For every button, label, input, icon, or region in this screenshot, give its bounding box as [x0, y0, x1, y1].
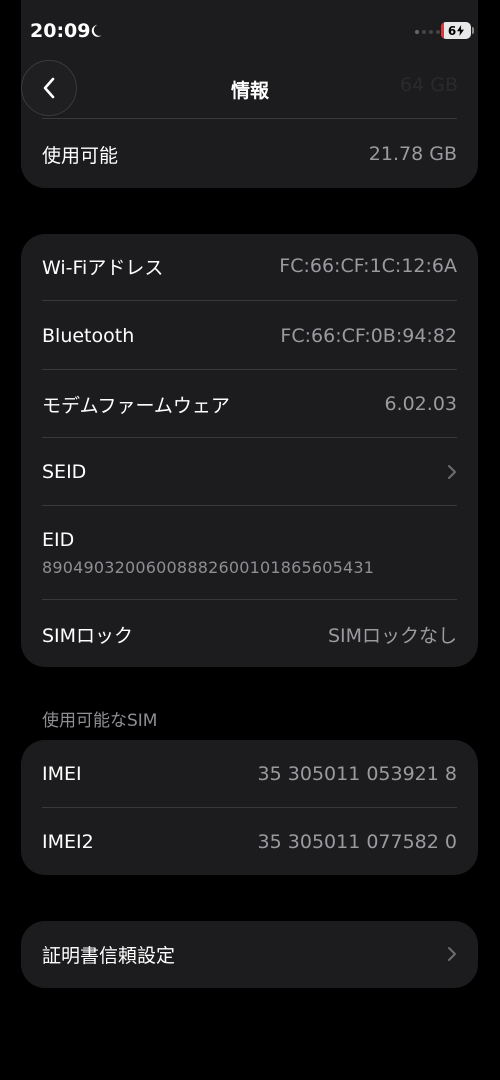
- imei2-row: IMEI2 35 305011 077582 0: [42, 824, 457, 860]
- bluetooth-label: Bluetooth: [42, 325, 135, 347]
- modem-firmware-label: モデムファームウェア: [42, 394, 230, 417]
- wifi-row: Wi-Fiアドレス FC:66:CF:1C:12:6A: [42, 248, 457, 284]
- imei2-value: 35 305011 077582 0: [257, 831, 457, 853]
- divider: [42, 300, 457, 301]
- available-label: 使用可能: [42, 144, 119, 167]
- divider: [42, 118, 457, 119]
- imei2-label: IMEI2: [42, 831, 94, 853]
- simlock-label: SIMロック: [42, 624, 134, 647]
- divider: [42, 505, 457, 506]
- status-bar: 20:09 6: [0, 0, 500, 62]
- section-header-sim: 使用可能なSIM: [42, 711, 158, 731]
- certificate-trust-row[interactable]: 証明書信頼設定: [42, 936, 457, 972]
- chevron-left-icon: [43, 77, 55, 99]
- sim-card: IMEI 35 305011 053921 8 IMEI2 35 305011 …: [21, 740, 478, 875]
- charging-bolt-icon: [457, 25, 465, 36]
- battery-icon: 6: [441, 22, 471, 39]
- wifi-value: FC:66:CF:1C:12:6A: [279, 255, 457, 277]
- bluetooth-row: Bluetooth FC:66:CF:0B:94:82: [42, 318, 457, 354]
- seid-row[interactable]: SEID: [42, 454, 457, 490]
- bluetooth-value: FC:66:CF:0B:94:82: [280, 325, 457, 347]
- eid-row: EID: [42, 522, 457, 558]
- battery-cap: [472, 27, 474, 34]
- certificate-trust-card[interactable]: 証明書信頼設定: [21, 921, 478, 988]
- seid-label: SEID: [42, 461, 87, 483]
- eid-value: 89049032006008882600101865605431: [42, 558, 375, 577]
- imei-value: 35 305011 053921 8: [257, 763, 457, 785]
- battery-level: 6: [447, 23, 457, 38]
- simlock-row: SIMロック SIMロックなし: [42, 616, 457, 652]
- divider: [42, 437, 457, 438]
- simlock-value: SIMロックなし: [327, 624, 457, 647]
- certificate-trust-label: 証明書信頼設定: [42, 944, 176, 967]
- divider: [42, 369, 457, 370]
- signal-icon: [415, 30, 440, 34]
- wifi-label: Wi-Fiアドレス: [42, 256, 164, 279]
- available-row: 使用可能 21.78 GB: [42, 136, 457, 172]
- divider: [42, 807, 457, 808]
- moon-icon: [91, 24, 102, 37]
- divider: [42, 599, 457, 600]
- network-card: Wi-Fiアドレス FC:66:CF:1C:12:6A Bluetooth FC…: [21, 234, 478, 667]
- imei-row: IMEI 35 305011 053921 8: [42, 756, 457, 792]
- modem-firmware-row: モデムファームウェア 6.02.03: [42, 386, 457, 422]
- back-button[interactable]: [21, 60, 77, 116]
- status-time: 20:09: [30, 20, 91, 42]
- chevron-right-icon: [448, 947, 456, 961]
- modem-firmware-value: 6.02.03: [384, 393, 457, 415]
- imei-label: IMEI: [42, 763, 82, 785]
- eid-label: EID: [42, 529, 75, 551]
- about-screen: 20:09 6 容量 64 GB 情報 使用可能: [0, 0, 500, 1080]
- chevron-right-icon: [448, 465, 456, 479]
- available-value: 21.78 GB: [368, 143, 457, 165]
